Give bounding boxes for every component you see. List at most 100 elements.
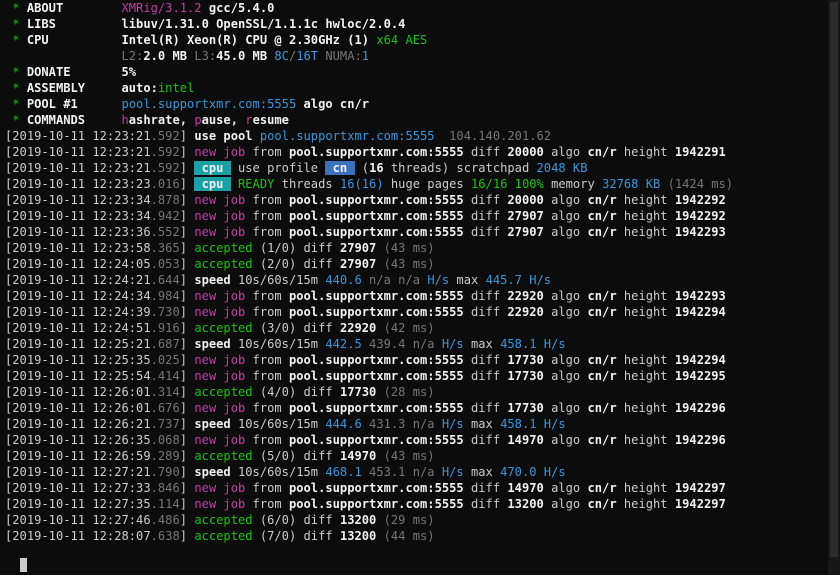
log-segment: 10s/60s/15m [230, 273, 326, 287]
log-line: [2019-10-11 12:27:46.486] accepted (6/0)… [5, 512, 828, 528]
log-segment: ABOUT [26, 1, 122, 15]
log-line: [2019-10-11 12:23:58.365] accepted (1/0)… [5, 240, 828, 256]
log-segment: new job [194, 433, 246, 447]
log-segment: from [245, 369, 289, 383]
log-segment: new job [194, 193, 246, 207]
log-segment: pool.supportxmr.com:5555 [288, 369, 464, 383]
log-segment [231, 177, 238, 191]
log-segment: threads [274, 177, 340, 191]
log-segment: DONATE [26, 65, 122, 79]
log-segment: (4/0) diff [252, 385, 340, 399]
log-segment: L2: [121, 49, 144, 63]
log-segment: .942 [150, 209, 180, 223]
log-segment: algo [543, 145, 588, 159]
log-segment: ] [179, 385, 195, 399]
log-segment: ] [179, 273, 195, 287]
log-segment: cn/r [587, 289, 617, 303]
log-segment: .592 [150, 145, 180, 159]
log-segment: .592 [150, 161, 180, 175]
log-line: L2:2.0 MB L3:45.0 MB 8C/16T NUMA:1 [5, 48, 828, 64]
log-line: * LIBS libuv/1.31.0 OpenSSL/1.1.1c hwloc… [5, 16, 828, 32]
log-segment: .790 [150, 465, 180, 479]
log-segment: new job [194, 289, 246, 303]
log-segment: pool.supportxmr.com:5555 [121, 97, 297, 111]
log-segment: 27907 [507, 225, 544, 239]
log-segment: [2019-10-11 12:23:23 [5, 177, 151, 191]
log-segment: [2019-10-11 12:24:21 [5, 273, 151, 287]
log-segment: algo [543, 401, 588, 415]
log-segment: * [5, 65, 27, 79]
log-segment: cn/r [587, 433, 617, 447]
log-segment: accepted [194, 513, 253, 527]
log-segment: [2019-10-11 12:27:46 [5, 513, 151, 527]
scrollbar-thumb[interactable] [830, 2, 838, 557]
log-line: [2019-10-11 12:23:21.592] new job from p… [5, 144, 828, 160]
log-segment: .414 [150, 369, 180, 383]
log-line: [2019-10-11 12:26:21.737] speed 10s/60s/… [5, 416, 828, 432]
vertical-scrollbar[interactable] [828, 0, 840, 575]
log-segment: [2019-10-11 12:23:21 [5, 129, 151, 143]
log-line: [2019-10-11 12:27:35.114] new job from p… [5, 496, 828, 512]
log-segment: 22920 [339, 321, 377, 335]
log-segment: 22920 [507, 289, 544, 303]
log-segment: memory [543, 177, 603, 191]
log-segment: [2019-10-11 12:23:34 [5, 193, 151, 207]
log-segment: p [194, 113, 202, 127]
log-segment: height [616, 481, 675, 495]
log-segment: height [616, 209, 675, 223]
log-segment: esume [252, 113, 289, 127]
log-segment: algo [543, 433, 588, 447]
log-segment: 431.3 n/a [361, 417, 442, 431]
log-segment: ] [179, 449, 195, 463]
log-segment: (1424 ms) [660, 177, 734, 191]
log-segment: new job [194, 401, 246, 415]
log-segment: gcc/5.4.0 [201, 1, 275, 15]
log-segment: from [245, 433, 289, 447]
log-segment: 10s/60s/15m [230, 465, 326, 479]
log-segment: ] [179, 241, 195, 255]
log-segment: 440.6 [325, 273, 362, 287]
terminal-output[interactable]: * ABOUT XMRig/3.1.2 gcc/5.4.0 * LIBS lib… [5, 0, 828, 575]
log-segment: ] [179, 529, 195, 543]
log-segment: accepted [194, 321, 253, 335]
log-segment: accepted [194, 257, 253, 271]
log-segment: 2048 KB [536, 161, 588, 175]
log-segment: cn/r [587, 401, 617, 415]
log-segment: CPU [26, 33, 122, 47]
log-segment: ] [179, 161, 195, 175]
log-segment: 10s/60s/15m [230, 337, 326, 351]
log-segment: 442.5 [325, 337, 362, 351]
log-segment: .486 [150, 513, 180, 527]
log-segment: (5/0) diff [252, 449, 340, 463]
log-segment: diff [463, 305, 508, 319]
log-segment: [2019-10-11 12:26:01 [5, 401, 151, 415]
log-segment: 439.4 n/a [361, 337, 442, 351]
log-segment: NUMA: [318, 49, 362, 63]
log-segment: 14970 [507, 433, 544, 447]
log-segment: ] [179, 145, 195, 159]
log-segment: pool.supportxmr.com:5555 [288, 353, 464, 367]
log-segment: H/s [441, 337, 464, 351]
log-segment: speed [194, 273, 231, 287]
log-segment: cn/r [587, 305, 617, 319]
log-segment: [2019-10-11 12:27:35 [5, 497, 151, 511]
log-segment: [2019-10-11 12:23:36 [5, 225, 151, 239]
log-segment: .916 [150, 321, 180, 335]
log-segment: diff [463, 433, 508, 447]
log-segment: algo [543, 193, 588, 207]
log-segment: [2019-10-11 12:23:21 [5, 161, 151, 175]
log-segment: new job [194, 497, 246, 511]
log-segment: ] [179, 209, 195, 223]
log-segment: 1942294 [674, 305, 726, 319]
log-segment [5, 49, 122, 63]
log-segment: 1942294 [674, 353, 726, 367]
log-segment: 16(16) [339, 177, 384, 191]
log-line: [2019-10-11 12:26:35.068] new job from p… [5, 432, 828, 448]
log-segment: algo [543, 209, 588, 223]
prompt-line[interactable] [5, 540, 27, 572]
log-segment: 27907 [339, 241, 377, 255]
log-segment: max [463, 417, 501, 431]
log-segment: * [5, 33, 27, 47]
log-segment: READY [238, 177, 275, 191]
log-segment: r [245, 113, 253, 127]
